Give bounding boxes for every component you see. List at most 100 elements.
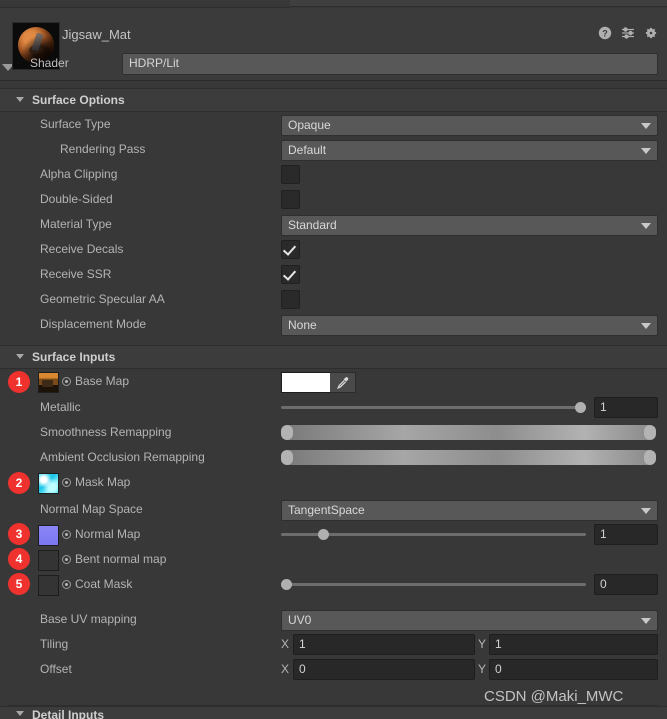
row-alpha-clipping: Alpha Clipping (0, 162, 667, 187)
ao-remap-slider[interactable] (281, 450, 656, 465)
ao-remap-min-handle[interactable] (281, 450, 293, 465)
bent-normal-map-texture-slot[interactable] (38, 550, 59, 571)
row-label: Ambient Occlusion Remapping (40, 450, 205, 464)
alpha-clipping-checkbox[interactable] (281, 165, 300, 184)
ao-remap-fill (288, 450, 649, 465)
material-header: Jigsaw_Mat ? Shader HDRP/Lit (0, 8, 667, 81)
metallic-slider-track[interactable] (281, 406, 586, 409)
eyedropper-icon[interactable] (330, 372, 356, 393)
offset-x-value: 0 (299, 662, 306, 676)
offset-x-field[interactable]: 0 (293, 659, 475, 680)
smoothness-remap-fill (288, 425, 649, 440)
normal-map-value-field[interactable]: 1 (594, 524, 658, 545)
preset-icon[interactable] (621, 26, 635, 40)
row-label: Smoothness Remapping (40, 425, 172, 439)
metallic-value: 1 (600, 400, 607, 414)
help-icon[interactable]: ? (598, 26, 612, 40)
tiling-y-value: 1 (495, 637, 502, 651)
offset-y-label: Y (478, 662, 487, 676)
section-surface-inputs[interactable]: Surface Inputs (0, 345, 667, 369)
ao-remap-max-handle[interactable] (644, 450, 656, 465)
shader-dropdown[interactable]: HDRP/Lit (122, 53, 658, 75)
chevron-down-icon (641, 223, 651, 229)
row-label: Offset (40, 662, 72, 676)
base-map-select-icon[interactable] (62, 377, 71, 386)
material-type-dropdown[interactable]: Standard (281, 215, 658, 236)
section-detail-inputs[interactable]: Detail Inputs (0, 706, 667, 719)
row-label: Receive SSR (40, 267, 112, 281)
normal-map-texture-slot[interactable] (38, 525, 59, 546)
row-offset: Offset X 0 Y 0 (0, 657, 667, 682)
metallic-slider-knob[interactable] (575, 402, 586, 413)
shader-value: HDRP/Lit (129, 56, 180, 70)
coat-mask-value-field[interactable]: 0 (594, 574, 658, 595)
chevron-down-icon (16, 354, 24, 359)
offset-y-value: 0 (495, 662, 502, 676)
offset-y-field[interactable]: 0 (489, 659, 658, 680)
annotation-badge-4: 4 (8, 548, 30, 570)
rendering-pass-value: Default (288, 143, 327, 157)
inspector-tab-strip[interactable] (290, 0, 667, 7)
row-displacement-mode: Displacement Mode None (0, 312, 667, 337)
row-receive-ssr: Receive SSR (0, 262, 667, 287)
row-metallic: Metallic 1 (0, 395, 667, 420)
row-mask-map: 2 Mask Map (0, 470, 667, 497)
svg-text:?: ? (602, 29, 608, 39)
mask-map-texture-slot[interactable] (38, 473, 59, 494)
receive-decals-checkbox[interactable] (281, 240, 300, 259)
chevron-down-icon (641, 323, 651, 329)
smoothness-remap-min-handle[interactable] (281, 425, 293, 440)
annotation-badge-5: 5 (8, 573, 30, 595)
double-sided-checkbox[interactable] (281, 190, 300, 209)
base-map-color-swatch[interactable] (281, 372, 332, 393)
row-label: Double-Sided (40, 192, 113, 206)
tiling-x-value: 1 (299, 637, 306, 651)
coat-mask-texture-slot[interactable] (38, 575, 59, 596)
normal-map-slider-knob[interactable] (318, 529, 329, 540)
row-label: Geometric Specular AA (40, 292, 165, 306)
mask-map-select-icon[interactable] (62, 478, 71, 487)
row-base-uv-mapping: Base UV mapping UV0 (0, 607, 667, 632)
row-ambient-occlusion-remapping: Ambient Occlusion Remapping (0, 445, 667, 470)
chevron-down-icon (641, 618, 651, 624)
gear-icon[interactable] (644, 26, 658, 40)
base-uv-mapping-dropdown[interactable]: UV0 (281, 610, 658, 631)
geometric-specular-aa-checkbox[interactable] (281, 290, 300, 309)
coat-mask-slider-track[interactable] (281, 583, 586, 586)
row-label: Receive Decals (40, 242, 124, 256)
metallic-value-field[interactable]: 1 (594, 397, 658, 418)
annotation-badge-2: 2 (8, 472, 30, 494)
normal-map-space-dropdown[interactable]: TangentSpace (281, 500, 658, 521)
coat-mask-slider-knob[interactable] (281, 579, 292, 590)
coat-mask-select-icon[interactable] (62, 580, 71, 589)
tiling-x-field[interactable]: 1 (293, 634, 475, 655)
row-bent-normal-map: 4 Bent normal map (0, 547, 667, 572)
section-surface-options[interactable]: Surface Options (0, 88, 667, 112)
row-label: Base Map (75, 374, 130, 388)
receive-ssr-checkbox[interactable] (281, 265, 300, 284)
section-title: Surface Inputs (32, 350, 116, 364)
row-double-sided: Double-Sided (0, 187, 667, 212)
bent-normal-map-select-icon[interactable] (62, 555, 71, 564)
row-surface-type: Surface Type Opaque (0, 112, 667, 137)
row-label: Coat Mask (75, 577, 133, 591)
displacement-mode-dropdown[interactable]: None (281, 315, 658, 336)
annotation-badge-3: 3 (8, 523, 30, 545)
row-geometric-specular-aa: Geometric Specular AA (0, 287, 667, 312)
window-top-strip (0, 0, 667, 8)
chevron-down-icon (16, 97, 24, 102)
tiling-x-label: X (281, 637, 290, 651)
normal-map-select-icon[interactable] (62, 530, 71, 539)
normal-map-space-value: TangentSpace (288, 503, 365, 517)
smoothness-remap-max-handle[interactable] (644, 425, 656, 440)
row-label: Base UV mapping (40, 612, 137, 626)
tiling-y-field[interactable]: 1 (489, 634, 658, 655)
tiling-y-label: Y (478, 637, 487, 651)
base-map-texture-slot[interactable] (38, 372, 59, 393)
surface-type-dropdown[interactable]: Opaque (281, 115, 658, 136)
row-smoothness-remapping: Smoothness Remapping (0, 420, 667, 445)
smoothness-remap-slider[interactable] (281, 425, 656, 440)
annotation-badge-1: 1 (8, 371, 30, 393)
row-label: Rendering Pass (60, 142, 146, 156)
rendering-pass-dropdown[interactable]: Default (281, 140, 658, 161)
